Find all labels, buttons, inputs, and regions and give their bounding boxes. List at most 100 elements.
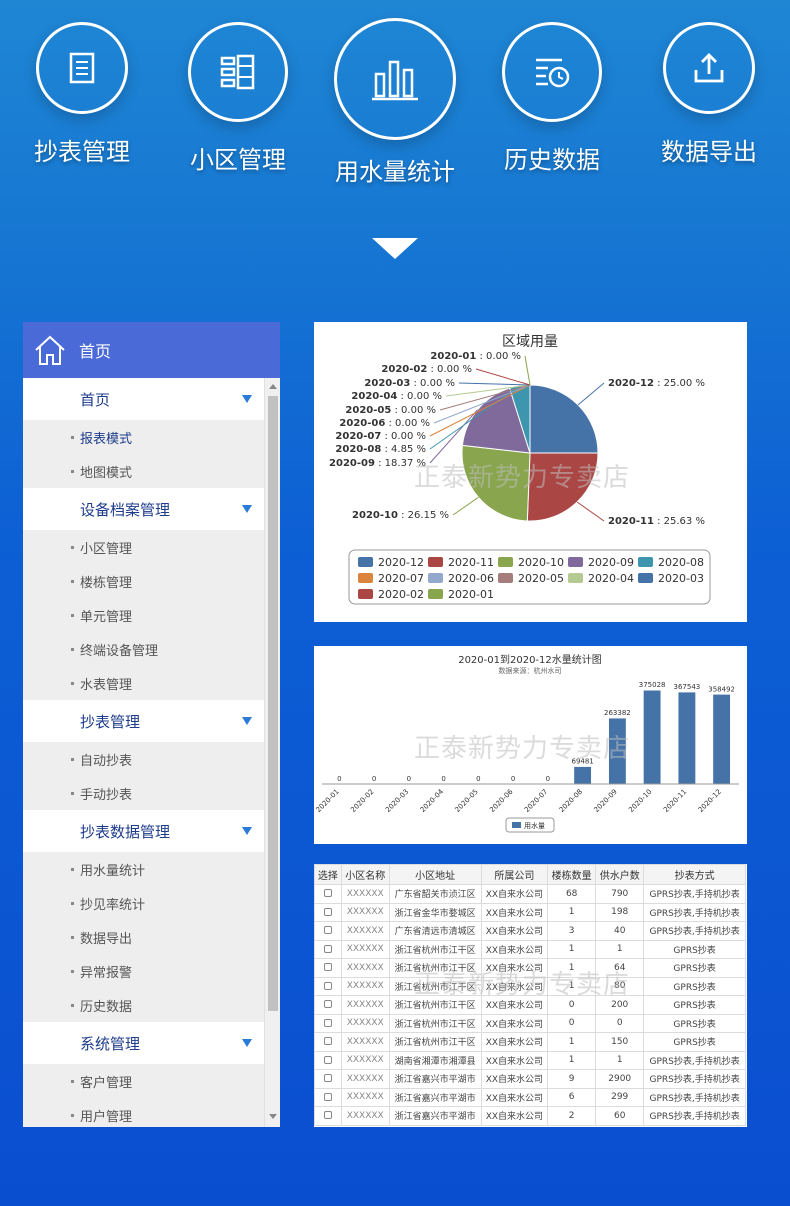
row-select-cell[interactable]: [314, 1087, 342, 1107]
bar[interactable]: [573, 766, 592, 785]
row-select-cell[interactable]: [314, 976, 342, 996]
col-company[interactable]: 所属公司: [480, 864, 549, 885]
sidebar-item-terminal[interactable]: 终端设备管理: [23, 632, 264, 666]
row-checkbox[interactable]: [323, 1000, 332, 1009]
row-checkbox[interactable]: [323, 981, 332, 990]
sidebar-item-manual-reading[interactable]: 手动抄表: [23, 776, 264, 810]
row-select-cell[interactable]: [314, 902, 342, 922]
sidebar-item-history[interactable]: 历史数据: [23, 988, 264, 1022]
table-row[interactable]: XXXXXX 浙江省杭州市江干区 XX自来水公司 0 200 GPRS抄表: [314, 995, 746, 1015]
sidebar-group-reading-data[interactable]: 抄表数据管理: [23, 810, 264, 852]
legend-label[interactable]: 2020-03: [658, 572, 704, 585]
sidebar-item-meter[interactable]: 水表管理: [23, 666, 264, 700]
pie-slice[interactable]: [526, 452, 599, 522]
row-checkbox[interactable]: [323, 889, 332, 898]
legend-label[interactable]: 2020-11: [448, 556, 494, 569]
pie-slice[interactable]: [461, 444, 531, 522]
row-checkbox[interactable]: [323, 1111, 332, 1120]
table-row[interactable]: XXXXXX 浙江省嘉兴市平湖市 XX自来水公司 2 60 GPRS抄表,手持机抄表: [314, 1106, 746, 1126]
bullet-icon: [71, 1113, 74, 1117]
sidebar-item-data-export[interactable]: 数据导出: [23, 920, 264, 954]
legend-label[interactable]: 2020-09: [588, 556, 634, 569]
sidebar-item-user[interactable]: 用户管理: [23, 1098, 264, 1127]
table-row[interactable]: XXXXXX 湖南省湘潭市湘潭县 XX自来水公司 1 1 GPRS抄表,手持机抄表: [314, 1050, 746, 1070]
sidebar-header[interactable]: 首页: [23, 322, 280, 378]
sidebar-item-customer[interactable]: 客户管理: [23, 1064, 264, 1098]
row-select-cell[interactable]: [314, 939, 342, 959]
feature-meter-reading[interactable]: 抄表管理: [7, 22, 157, 167]
row-checkbox[interactable]: [323, 1055, 332, 1064]
row-checkbox[interactable]: [323, 1018, 332, 1027]
legend-label[interactable]: 2020-04: [588, 572, 634, 585]
table-row[interactable]: XXXXXX 浙江省杭州市江干区 XX自来水公司 1 150 GPRS抄表: [314, 1032, 746, 1052]
col-building-count[interactable]: 楼栋数量: [547, 864, 597, 885]
scroll-down-icon[interactable]: [269, 1114, 277, 1119]
legend-label[interactable]: 2020-06: [448, 572, 494, 585]
table-row[interactable]: XXXXXX 浙江省嘉兴市平湖市 XX自来水公司 9 2900 GPRS抄表,手持机抄表: [314, 1069, 746, 1089]
table-row[interactable]: XXXXXX 浙江省金华市婺城区 XX自来水公司 1 198 GPRS抄表,手持机抄表: [314, 902, 746, 922]
sidebar-group-system[interactable]: 系统管理: [23, 1022, 264, 1064]
col-reading-method[interactable]: 抄表方式: [643, 864, 746, 885]
row-select-cell[interactable]: [314, 995, 342, 1015]
legend-label[interactable]: 2020-08: [658, 556, 704, 569]
sidebar-item-report-mode[interactable]: 报表模式: [23, 420, 264, 454]
row-checkbox[interactable]: [323, 1074, 332, 1083]
table-row[interactable]: XXXXXX 广东省韶关市浈江区 XX自来水公司 68 790 GPRS抄表,手持机抄表: [314, 884, 746, 904]
sidebar-item-auto-reading[interactable]: 自动抄表: [23, 742, 264, 776]
table-row[interactable]: XXXXXX 浙江省嘉兴市平湖市 XX自来水公司 6 299 GPRS抄表,手持机抄表: [314, 1087, 746, 1107]
row-select-cell[interactable]: [314, 1069, 342, 1089]
feature-water-stats[interactable]: 用水量统计: [320, 18, 470, 187]
table-row[interactable]: XXXXXX 浙江省杭州市江干区 XX自来水公司 1 64 GPRS抄表: [314, 958, 746, 978]
row-select-cell[interactable]: [314, 884, 342, 904]
row-select-cell[interactable]: [314, 1032, 342, 1052]
col-household-count[interactable]: 供水户数: [595, 864, 645, 885]
bar[interactable]: [677, 691, 696, 785]
col-address[interactable]: 小区地址: [388, 864, 482, 885]
row-checkbox[interactable]: [323, 1092, 332, 1101]
bar-value-label: 263382: [604, 709, 631, 717]
legend-label[interactable]: 2020-01: [448, 588, 494, 601]
bar[interactable]: [608, 717, 627, 785]
row-checkbox[interactable]: [323, 907, 332, 916]
sidebar-item-alarm[interactable]: 异常报警: [23, 954, 264, 988]
feature-community[interactable]: 小区管理: [163, 22, 313, 175]
row-select-cell[interactable]: [314, 1013, 342, 1033]
row-checkbox[interactable]: [323, 926, 332, 935]
table-row[interactable]: XXXXXX 浙江省杭州市江干区 XX自来水公司 1 80 GPRS抄表: [314, 976, 746, 996]
sidebar-item-building[interactable]: 楼栋管理: [23, 564, 264, 598]
legend-label[interactable]: 2020-10: [518, 556, 564, 569]
col-community-name[interactable]: 小区名称: [340, 864, 390, 885]
legend-label[interactable]: 2020-05: [518, 572, 564, 585]
sidebar-item-unit[interactable]: 单元管理: [23, 598, 264, 632]
scrollbar-thumb[interactable]: [268, 396, 278, 1011]
feature-export[interactable]: 数据导出: [634, 22, 784, 167]
row-checkbox[interactable]: [323, 963, 332, 972]
history-clock-icon: [502, 22, 602, 122]
row-select-cell[interactable]: [314, 1106, 342, 1126]
table-row[interactable]: XXXXXX 广东省清远市清城区 XX自来水公司 3 40 GPRS抄表,手持机抄表: [314, 921, 746, 941]
bar[interactable]: [643, 689, 662, 785]
pie-slice[interactable]: [529, 384, 599, 454]
feature-history[interactable]: 历史数据: [477, 22, 627, 175]
row-select-cell[interactable]: [314, 1050, 342, 1070]
sidebar-group-home[interactable]: 首页: [23, 378, 264, 420]
legend-label[interactable]: 2020-07: [378, 572, 424, 585]
sidebar-item-reading-rate[interactable]: 抄见率统计: [23, 886, 264, 920]
sidebar-group-device-archive[interactable]: 设备档案管理: [23, 488, 264, 530]
table-row[interactable]: XXXXXX 浙江省杭州市江干区 XX自来水公司 1 1 GPRS抄表: [314, 939, 746, 959]
row-checkbox[interactable]: [323, 944, 332, 953]
table-cell: 40: [595, 921, 645, 941]
sidebar-item-community[interactable]: 小区管理: [23, 530, 264, 564]
sidebar-group-meter-reading[interactable]: 抄表管理: [23, 700, 264, 742]
bar[interactable]: [712, 694, 731, 785]
row-select-cell[interactable]: [314, 921, 342, 941]
scroll-up-icon[interactable]: [269, 384, 277, 389]
sidebar-item-water-stats[interactable]: 用水量统计: [23, 852, 264, 886]
legend-label[interactable]: 2020-02: [378, 588, 424, 601]
table-row[interactable]: XXXXXX 浙江省杭州市江干区 XX自来水公司 0 0 GPRS抄表: [314, 1013, 746, 1033]
legend-label[interactable]: 2020-12: [378, 556, 424, 569]
sidebar-scrollbar[interactable]: [264, 378, 280, 1127]
row-select-cell[interactable]: [314, 958, 342, 978]
row-checkbox[interactable]: [323, 1037, 332, 1046]
sidebar-item-map-mode[interactable]: 地图模式: [23, 454, 264, 488]
